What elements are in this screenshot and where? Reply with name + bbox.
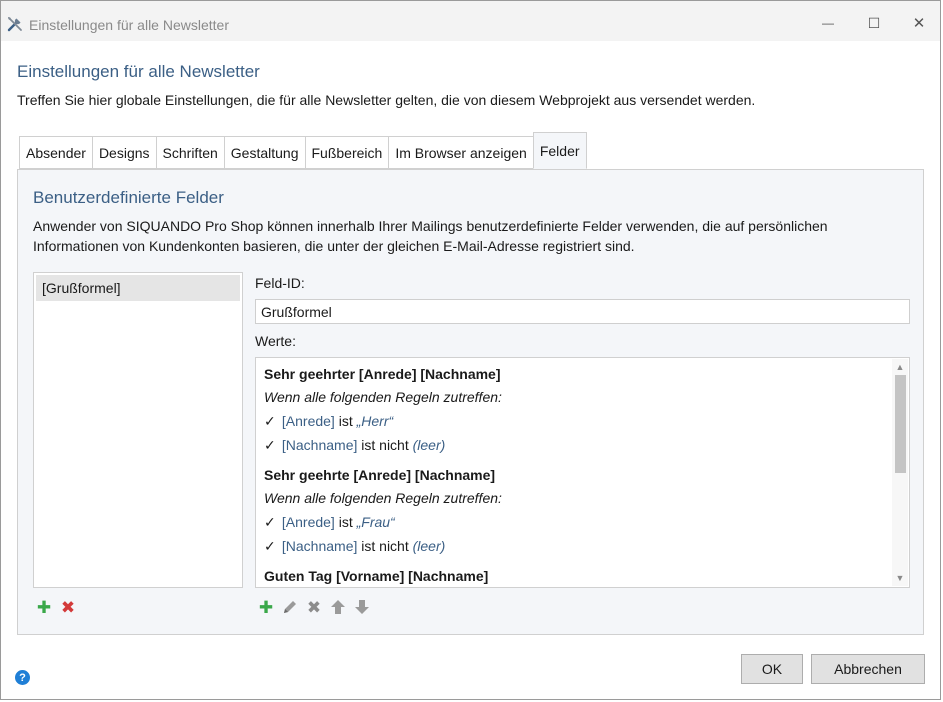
rule-line: ✓ [Anrede] ist „Herr“ [264, 411, 884, 435]
rule-field: [Anrede] [281, 413, 335, 429]
rule-field: [Anrede] [281, 514, 335, 530]
value-title: Sehr geehrter [Anrede] [Nachname] [264, 366, 501, 382]
rule-value: (leer) [412, 538, 446, 554]
window-title: Einstellungen für alle Newsletter [29, 17, 229, 33]
page-title: Einstellungen für alle Newsletter [17, 62, 260, 81]
rule-line: ✓ [Anrede] ist „Frau“ [264, 512, 884, 536]
tab-fussbereich[interactable]: Fußbereich [304, 136, 389, 169]
rule-operator: ist [338, 514, 353, 530]
page-description: Treffen Sie hier globale Einstellungen, … [17, 92, 756, 108]
list-item[interactable]: Sehr geehrte [Anrede] [Nachname] Wenn al… [264, 465, 884, 560]
rule-line: ✓ [Nachname] ist nicht (leer) [264, 435, 884, 459]
tab-designs[interactable]: Designs [91, 136, 156, 169]
check-icon: ✓ [264, 437, 276, 453]
values-scrollbar[interactable]: ▲ ▼ [892, 359, 908, 586]
tab-felder[interactable]: Felder [532, 132, 587, 169]
move-down-icon[interactable] [353, 598, 371, 616]
value-title: Sehr geehrte [Anrede] [Nachname] [264, 467, 496, 483]
close-icon: ✕ [912, 15, 926, 32]
edit-pencil-icon[interactable] [281, 598, 299, 616]
rule-operator: ist nicht [361, 437, 409, 453]
value-condition: Wenn alle folgenden Regeln zutreffen: [264, 389, 502, 405]
help-icon[interactable]: ? [15, 670, 30, 685]
delete-field-icon[interactable]: ✖ [59, 598, 77, 616]
check-icon: ✓ [264, 514, 276, 530]
add-field-icon[interactable]: ✚ [35, 598, 53, 616]
close-button[interactable]: ✕ [907, 11, 931, 35]
list-item[interactable]: Sehr geehrter [Anrede] [Nachname] Wenn a… [264, 364, 884, 459]
maximize-icon: ☐ [867, 14, 881, 31]
check-icon: ✓ [264, 413, 276, 429]
scroll-up-icon[interactable]: ▲ [892, 359, 908, 375]
tools-icon [7, 17, 22, 32]
delete-value-icon[interactable]: ✖ [305, 598, 323, 616]
maximize-button[interactable]: ☐ [862, 11, 886, 35]
check-icon: ✓ [264, 538, 276, 554]
tab-absender[interactable]: Absender [19, 136, 92, 169]
fields-panel: Benutzerdefinierte Felder Anwender von S… [17, 169, 924, 635]
field-id-input[interactable] [255, 299, 910, 324]
tab-gestaltung[interactable]: Gestaltung [223, 136, 305, 169]
rule-value: „Herr“ [356, 413, 394, 429]
tab-bar: Absender Designs Schriften Gestaltung Fu… [19, 132, 587, 169]
list-item[interactable]: [Grußformel] [36, 275, 240, 301]
rule-value: „Frau“ [356, 514, 395, 530]
panel-title: Benutzerdefinierte Felder [33, 188, 224, 207]
value-condition: Wenn alle folgenden Regeln zutreffen: [264, 490, 502, 506]
settings-dialog: Einstellungen für alle Newsletter — ☐ ✕ … [0, 0, 941, 700]
rule-value: (leer) [412, 437, 446, 453]
scroll-down-icon[interactable]: ▼ [892, 570, 908, 586]
tab-im-browser-anzeigen[interactable]: Im Browser anzeigen [388, 136, 533, 169]
scroll-thumb[interactable] [895, 375, 906, 473]
tab-schriften[interactable]: Schriften [155, 136, 224, 169]
move-up-icon[interactable] [329, 598, 347, 616]
rule-field: [Nachname] [281, 437, 358, 453]
values-list: Sehr geehrter [Anrede] [Nachname] Wenn a… [255, 357, 910, 588]
fields-list: [Grußformel] [33, 272, 243, 588]
value-title: Guten Tag [Vorname] [Nachname] [264, 568, 489, 584]
ok-button[interactable]: OK [741, 654, 803, 684]
list-item[interactable]: Guten Tag [Vorname] [Nachname] [264, 566, 884, 587]
add-value-icon[interactable]: ✚ [257, 598, 275, 616]
rule-line: ✓ [Nachname] ist nicht (leer) [264, 536, 884, 560]
rule-field: [Nachname] [281, 538, 358, 554]
field-id-label: Feld-ID: [255, 275, 305, 291]
cancel-button[interactable]: Abbrechen [811, 654, 925, 684]
values-toolbar: ✚ ✖ [257, 598, 371, 616]
values-label: Werte: [255, 333, 296, 349]
rule-operator: ist nicht [361, 538, 409, 554]
minimize-icon: — [822, 16, 834, 30]
title-bar: Einstellungen für alle Newsletter — ☐ ✕ [1, 1, 940, 41]
panel-description: Anwender von SIQUANDO Pro Shop können in… [33, 218, 828, 254]
fields-list-toolbar: ✚ ✖ [35, 598, 77, 616]
rule-operator: ist [338, 413, 353, 429]
minimize-button[interactable]: — [816, 11, 840, 35]
